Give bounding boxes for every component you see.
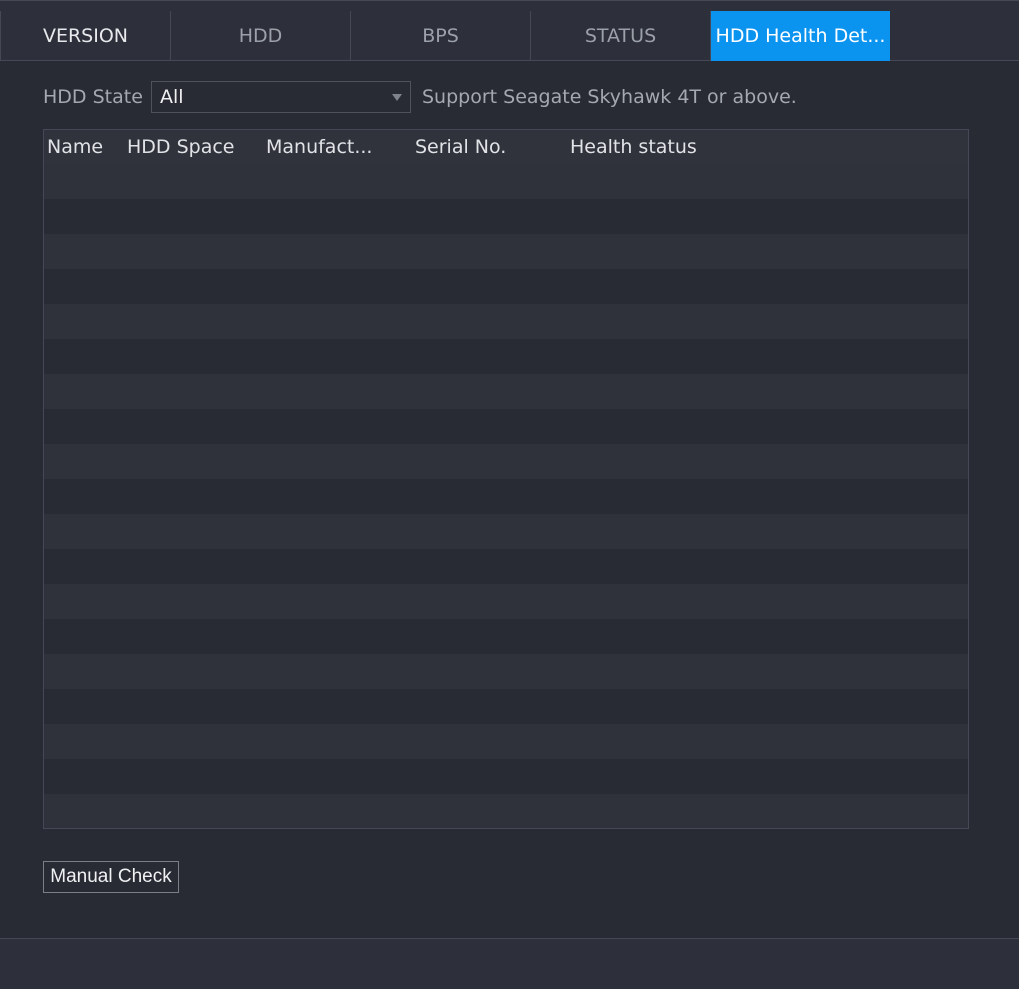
table-row xyxy=(44,689,968,724)
table-row xyxy=(44,479,968,514)
tab-status[interactable]: STATUS xyxy=(531,11,711,61)
manual-check-button[interactable]: Manual Check xyxy=(43,861,179,893)
table-row xyxy=(44,304,968,339)
tab-hdd-health-detection[interactable]: HDD Health Det... xyxy=(711,11,890,61)
table-row xyxy=(44,164,968,199)
table-row xyxy=(44,619,968,654)
column-header-manufacturer[interactable]: Manufact... xyxy=(266,130,372,164)
hdd-health-detection-page: VERSION HDD BPS STATUS HDD Health Det...… xyxy=(0,0,1019,989)
tab-hdd[interactable]: HDD xyxy=(171,11,351,61)
table-row xyxy=(44,339,968,374)
table-row xyxy=(44,759,968,794)
column-header-name[interactable]: Name xyxy=(47,130,103,164)
column-header-health-status[interactable]: Health status xyxy=(570,130,697,164)
tab-version[interactable]: VERSION xyxy=(0,11,171,61)
tab-bps[interactable]: BPS xyxy=(351,11,531,61)
table-row xyxy=(44,549,968,584)
hdd-state-dropdown[interactable]: All xyxy=(151,81,411,113)
table-row xyxy=(44,584,968,619)
table-row xyxy=(44,199,968,234)
footer-bar xyxy=(0,938,1019,989)
hdd-health-table: Name HDD Space Manufact... Serial No. He… xyxy=(43,129,969,829)
table-row xyxy=(44,234,968,269)
support-note: Support Seagate Skyhawk 4T or above. xyxy=(422,86,797,108)
chevron-down-icon xyxy=(392,94,402,101)
table-row xyxy=(44,724,968,759)
column-header-hdd-space[interactable]: HDD Space xyxy=(127,130,235,164)
hdd-state-label: HDD State xyxy=(43,86,143,108)
table-row xyxy=(44,409,968,444)
tab-bar: VERSION HDD BPS STATUS HDD Health Det... xyxy=(0,0,1019,61)
table-row xyxy=(44,444,968,479)
table-row xyxy=(44,374,968,409)
table-row xyxy=(44,794,968,828)
hdd-state-selected-value: All xyxy=(160,86,184,108)
table-row xyxy=(44,269,968,304)
table-row xyxy=(44,514,968,549)
table-row xyxy=(44,654,968,689)
table-header: Name HDD Space Manufact... Serial No. He… xyxy=(44,130,968,164)
column-header-serial-no[interactable]: Serial No. xyxy=(415,130,506,164)
